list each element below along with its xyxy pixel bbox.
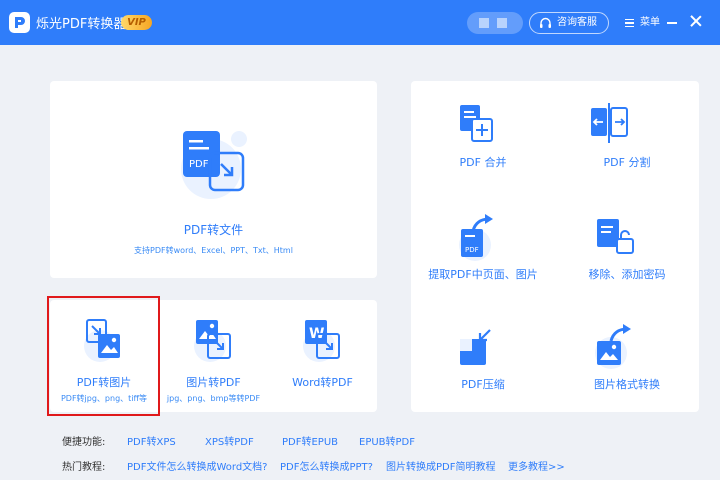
app-logo-icon — [9, 12, 30, 33]
tutorial-link-pdf-to-ppt[interactable]: PDF怎么转换成PPT? — [280, 458, 373, 473]
word-to-pdf-title: Word转PDF — [292, 376, 353, 389]
avatar-icon — [497, 18, 507, 28]
avatar-icon — [479, 18, 489, 28]
pdf-compress-tile[interactable]: PDF压缩 — [411, 301, 555, 412]
image-to-pdf-icon — [194, 320, 231, 362]
pdf-to-file-subtitle: 支持PDF转word、Excel、PPT、Txt、Html — [134, 246, 293, 255]
image-to-pdf-title: 图片转PDF — [186, 376, 241, 389]
pdf-compress-title: PDF压缩 — [461, 378, 505, 391]
tutorial-link-pdf-to-word[interactable]: PDF文件怎么转换成Word文档? — [127, 458, 268, 473]
pdf-merge-title: PDF 合并 — [459, 156, 507, 169]
selection-highlight — [47, 296, 160, 416]
pdf-convert-icon: PDF — [181, 131, 247, 199]
title-bar: 烁光PDF转换器 VIP 咨询客服 菜单 — [0, 0, 720, 45]
close-button[interactable] — [690, 15, 702, 27]
tutorials-label: 热门教程: — [62, 462, 106, 473]
consult-service-button[interactable]: 咨询客服 — [529, 12, 609, 34]
svg-text:PDF: PDF — [189, 159, 209, 170]
svg-text:PDF: PDF — [465, 246, 479, 254]
quick-link-pdf-to-epub[interactable]: PDF转EPUB — [282, 433, 338, 448]
quick-link-xps-to-pdf[interactable]: XPS转PDF — [205, 433, 254, 448]
extract-pages-icon: PDF — [459, 214, 493, 261]
vip-badge[interactable]: VIP — [121, 15, 152, 30]
extract-pages-title: 提取PDF中页面、图片 — [428, 268, 538, 281]
word-to-pdf-icon: W — [303, 320, 340, 362]
image-format-tile[interactable]: 图片格式转换 — [555, 301, 699, 412]
pdf-split-icon — [591, 103, 628, 143]
menu-label: 菜单 — [640, 17, 660, 28]
word-to-pdf-tile[interactable]: W Word转PDF — [268, 300, 377, 412]
menu-button[interactable]: 菜单 — [625, 15, 660, 31]
password-lock-icon — [597, 219, 634, 254]
quick-link-epub-to-pdf[interactable]: EPUB转PDF — [359, 433, 415, 448]
image-format-icon — [595, 324, 631, 369]
password-title: 移除、添加密码 — [588, 268, 666, 281]
extract-pages-tile[interactable]: PDF 提取PDF中页面、图片 — [411, 191, 555, 301]
pdf-to-file-card[interactable]: PDF PDF转文件 支持PDF转word、Excel、PPT、Txt、Html — [50, 81, 377, 278]
pdf-split-tile[interactable]: PDF 分割 — [555, 81, 699, 191]
minimize-button[interactable] — [667, 22, 677, 24]
headset-icon — [540, 17, 551, 28]
quick-functions-label: 便捷功能: — [62, 437, 106, 448]
pdf-merge-icon — [460, 105, 493, 142]
tools-card: PDF 合并 PDF 分割 PDF 提取PDF中页面、图片 移除、添加密码 PD… — [411, 81, 699, 412]
tutorial-link-image-to-pdf[interactable]: 图片转换成PDF简明教程 — [386, 458, 495, 473]
menu-icon — [625, 19, 634, 27]
pdf-compress-icon — [460, 329, 491, 365]
consult-label: 咨询客服 — [557, 17, 597, 28]
password-tile[interactable]: 移除、添加密码 — [555, 191, 699, 301]
app-title: 烁光PDF转换器 — [36, 17, 127, 32]
image-to-pdf-tile[interactable]: 图片转PDF jpg、png、bmp等转PDF — [159, 300, 268, 412]
pdf-to-file-title: PDF转文件 — [183, 223, 244, 237]
pdf-split-title: PDF 分割 — [603, 156, 651, 169]
image-format-title: 图片格式转换 — [594, 378, 660, 391]
pdf-merge-tile[interactable]: PDF 合并 — [411, 81, 555, 191]
more-tutorials-link[interactable]: 更多教程>> — [508, 458, 565, 473]
quick-link-pdf-to-xps[interactable]: PDF转XPS — [127, 433, 176, 448]
user-account-button[interactable] — [467, 12, 523, 34]
image-to-pdf-subtitle: jpg、png、bmp等转PDF — [166, 394, 261, 403]
